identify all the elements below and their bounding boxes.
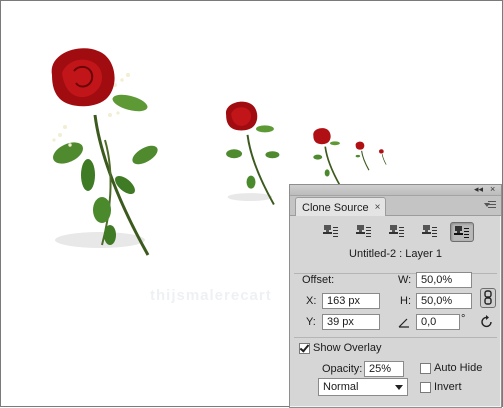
close-panel-button[interactable]: × (490, 184, 495, 194)
panel-tab-row: Clone Source × (290, 196, 501, 217)
x-label: X: (306, 295, 317, 307)
invert-checkbox[interactable] (420, 382, 431, 393)
watermark-text: thijsmalerecart (150, 287, 272, 304)
clone-source-stamp-icon (454, 226, 469, 238)
height-scale-input[interactable]: 50,0% (416, 293, 472, 309)
auto-hide-label: Auto Hide (434, 362, 483, 374)
y-label: Y: (306, 316, 316, 328)
reset-transform-icon[interactable] (480, 315, 494, 329)
tab-clone-source[interactable]: Clone Source × (295, 197, 386, 217)
w-label: W: (398, 274, 412, 286)
blend-mode-select[interactable]: Normal (318, 378, 408, 396)
auto-hide-checkbox[interactable] (420, 363, 431, 374)
clone-source-stamp-icon (422, 225, 437, 237)
clone-source-panel: ◂◂ × Clone Source × Untitled-2: Layer 1… (289, 184, 502, 408)
clone-source-buttons-section: Untitled-2 : Layer 1 (294, 216, 497, 272)
rose-tiny-image (355, 141, 370, 171)
clone-source-5-button[interactable] (450, 222, 474, 242)
offset-y-input[interactable]: 39 px (322, 314, 380, 330)
clone-source-stamp-icon (323, 225, 338, 237)
offset-section: Offset: X: 163 px Y: 39 px W: 50,0% H: 5… (294, 272, 497, 336)
clone-source-1-button[interactable] (320, 222, 342, 240)
invert-label: Invert (434, 381, 462, 393)
opacity-label: Opacity: (322, 363, 363, 375)
opacity-input[interactable]: 25% (364, 361, 404, 377)
clone-source-4-button[interactable] (419, 222, 441, 240)
rose-smallest-image (379, 149, 387, 165)
offset-x-input[interactable]: 163 px (322, 293, 380, 309)
rose-small-image (313, 128, 341, 186)
show-overlay-checkbox[interactable] (299, 343, 310, 354)
panel-menu-icon[interactable] (484, 199, 498, 211)
rose-medium-image (225, 101, 280, 205)
clone-source-3-button[interactable] (386, 222, 408, 240)
rose-large-image (51, 48, 158, 256)
link-chain-icon[interactable] (480, 288, 496, 308)
show-overlay-label: Show Overlay (313, 342, 382, 354)
tab-label: Clone Source (302, 201, 369, 214)
tab-close-icon[interactable]: × (375, 199, 381, 217)
offset-label: Offset: (302, 274, 335, 286)
clone-source-2-button[interactable] (353, 222, 375, 240)
angle-icon (398, 318, 409, 328)
collapse-panel-button[interactable]: ◂◂ (474, 184, 483, 194)
blend-mode-value: Normal (323, 381, 359, 393)
overlay-section: Show Overlay Opacity: 25% Auto Hide Norm… (294, 337, 497, 406)
chevron-down-icon (395, 385, 403, 390)
width-scale-input[interactable]: 50,0% (416, 272, 472, 288)
h-label: H: (400, 295, 411, 307)
rotation-angle-input[interactable]: 0,0 (416, 314, 460, 330)
clone-source-stamp-icon (356, 225, 371, 237)
clone-source-stamp-icon (389, 225, 404, 237)
panel-titlebar[interactable]: ◂◂ × (290, 184, 501, 196)
degree-symbol: ° (461, 313, 466, 325)
source-layer-label: Untitled-2 : Layer 1 (349, 248, 442, 260)
